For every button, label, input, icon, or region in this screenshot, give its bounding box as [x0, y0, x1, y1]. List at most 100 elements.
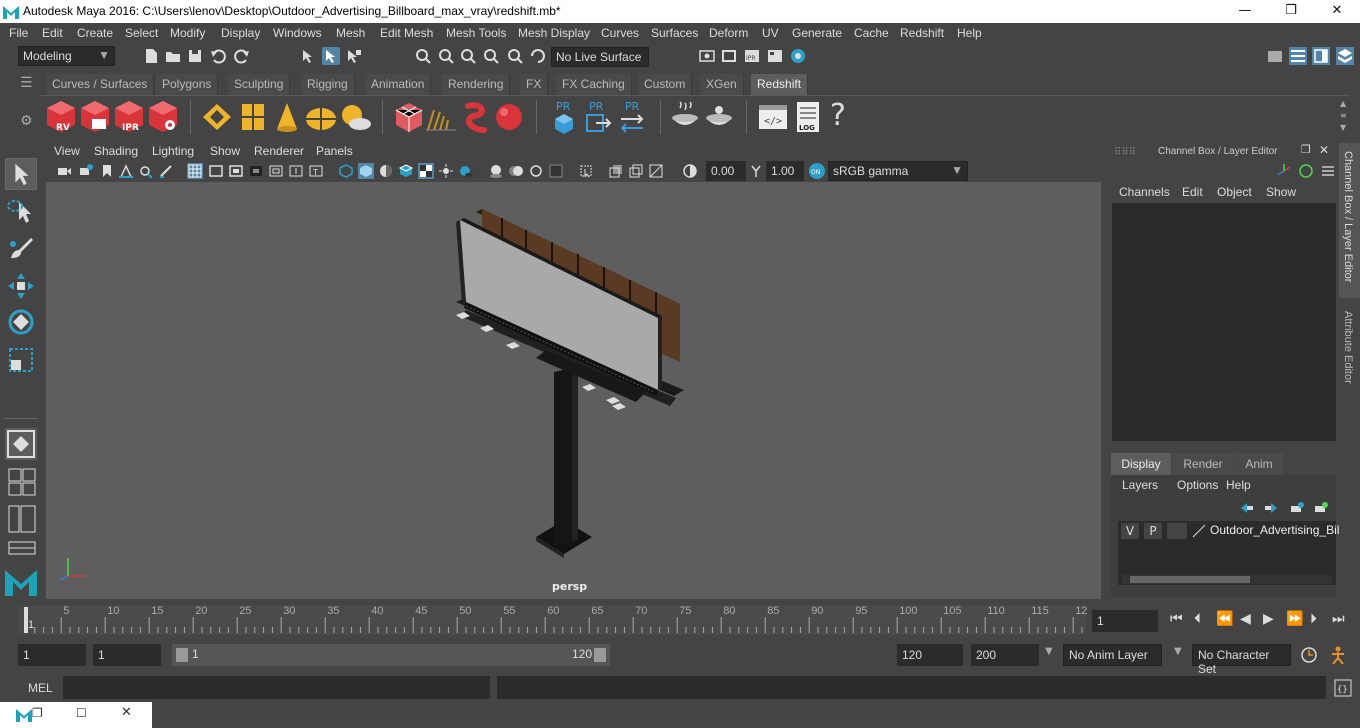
redshift-settings-icon[interactable] [146, 99, 180, 135]
workspace-icon[interactable] [1266, 47, 1284, 65]
side-tab-channel-box[interactable]: Channel Box / Layer Editor [1339, 143, 1360, 298]
auto-key-icon[interactable] [1300, 646, 1318, 664]
menu-windows[interactable]: Windows [273, 26, 322, 40]
shelf-tab-sculpting[interactable]: Sculpting [228, 74, 291, 95]
step-back-frame-icon[interactable]: ⏴ [1194, 611, 1201, 627]
menu-mesh[interactable]: Mesh [336, 26, 365, 40]
menu-mesh-display[interactable]: Mesh Display [518, 26, 590, 40]
ipr-render-icon[interactable]: IPR [743, 47, 761, 65]
select-component-icon[interactable] [345, 47, 363, 65]
scale-tool-icon[interactable] [5, 344, 37, 376]
select-object-icon[interactable] [322, 47, 340, 65]
select-tool-icon[interactable] [5, 158, 37, 190]
redshift-render-view-icon[interactable]: RV [44, 99, 78, 135]
redshift-shader-icon[interactable] [702, 100, 736, 134]
layer-name[interactable]: Outdoor_Advertising_Bil [1210, 523, 1339, 537]
new-layer-selected-icon[interactable] [1313, 501, 1329, 515]
wireframe-on-shaded-icon[interactable] [398, 163, 414, 179]
gamma-field[interactable]: 1.00 [766, 161, 804, 181]
chevron-down-icon[interactable]: ▼ [1045, 646, 1053, 657]
layer-row[interactable]: V P Outdoor_Advertising_Bil [1118, 521, 1339, 541]
move-layer-down-icon[interactable] [1263, 501, 1279, 515]
rotate-tool-icon[interactable] [5, 306, 37, 338]
layer-scrollbar-thumb[interactable] [1130, 576, 1250, 583]
menu-uv[interactable]: UV [762, 26, 779, 40]
shelf-tab-xgen[interactable]: XGen [700, 74, 744, 95]
menu-file[interactable]: File [9, 26, 28, 40]
range-start-handle[interactable] [176, 648, 188, 662]
textured-icon[interactable] [418, 163, 434, 179]
script-editor-icon[interactable]: {} [1334, 679, 1352, 697]
hypershade-icon[interactable] [789, 47, 807, 65]
maya-logo-icon[interactable] [16, 707, 32, 722]
menu-redshift[interactable]: Redshift [900, 26, 944, 40]
minimize-button[interactable]: — [1222, 0, 1268, 23]
redshift-hair-icon[interactable] [424, 100, 458, 134]
redshift-area-light-icon[interactable] [236, 100, 270, 134]
camera-lock-icon[interactable] [78, 163, 94, 179]
side-tab-attribute-editor[interactable]: Attribute Editor [1339, 301, 1360, 401]
snap-surface-icon[interactable] [506, 47, 524, 65]
time-slider[interactable]: 1 5 10 15 20 25 30 35 40 45 50 55 60 65 70 75 80 85 90 95 10… [18, 605, 1087, 635]
redshift-light-icon[interactable] [200, 100, 234, 134]
channel-list-icon[interactable] [1320, 163, 1336, 179]
animation-start-field[interactable]: 1 [18, 644, 86, 666]
isolate-select-icon[interactable] [578, 163, 594, 179]
viewport-menu-panels[interactable]: Panels [316, 144, 353, 158]
play-forwards-icon[interactable]: ▶ [1263, 611, 1274, 627]
anti-aliasing-icon[interactable] [528, 163, 544, 179]
resolution-gate-icon[interactable] [228, 163, 244, 179]
redo-icon[interactable] [233, 47, 251, 65]
xray-joints-icon[interactable] [628, 163, 644, 179]
shelf-tab-fx[interactable]: FX [520, 74, 549, 95]
lasso-tool-icon[interactable] [5, 196, 37, 228]
maximize-icon[interactable]: ☐ [76, 706, 87, 720]
shelf-menu-icon[interactable]: ☰ [20, 75, 34, 91]
use-all-lights-icon[interactable] [438, 163, 454, 179]
channel-box-menu-edit[interactable]: Edit [1182, 185, 1203, 199]
redshift-sphere-icon[interactable] [492, 100, 526, 134]
image-plane-icon[interactable] [118, 163, 134, 179]
panel-grip-icon[interactable]: ⠿⠿⠿ [1114, 147, 1136, 158]
redshift-volume-icon[interactable] [460, 100, 494, 134]
smooth-shade-icon[interactable] [358, 163, 374, 179]
viewport-menu-show[interactable]: Show [210, 144, 240, 158]
render-settings-icon[interactable] [766, 47, 784, 65]
persp-graph-layout-icon[interactable] [8, 541, 36, 555]
layer-menu-layers[interactable]: Layers [1122, 478, 1158, 492]
anim-layer-dropdown[interactable]: No Anim Layer [1063, 644, 1162, 666]
redshift-script-editor-icon[interactable]: </> [756, 100, 790, 134]
new-scene-icon[interactable] [142, 47, 160, 65]
two-d-pan-zoom-icon[interactable] [138, 163, 154, 179]
command-language-label[interactable]: MEL [28, 681, 53, 695]
layer-display-type-toggle[interactable] [1167, 523, 1187, 539]
go-to-start-icon[interactable]: ⏮ [1170, 611, 1183, 627]
shadows-icon[interactable] [458, 163, 474, 179]
paint-select-tool-icon[interactable] [5, 232, 37, 264]
menu-cache[interactable]: Cache [854, 26, 889, 40]
menu-surfaces[interactable]: Surfaces [651, 26, 698, 40]
command-input[interactable] [63, 676, 490, 699]
viewport-menu-renderer[interactable]: Renderer [254, 144, 304, 158]
axis-display-icon[interactable] [1276, 163, 1292, 179]
shelf-tab-rendering[interactable]: Rendering [442, 74, 511, 95]
step-back-key-icon[interactable]: ⏪ [1216, 611, 1233, 627]
billboard-model[interactable] [46, 182, 1101, 599]
wireframe-icon[interactable] [338, 163, 354, 179]
shelf-tab-redshift[interactable]: Redshift [751, 74, 809, 95]
color-space-dropdown[interactable]: sRGB gamma ▼ [828, 161, 968, 181]
snap-grid-icon[interactable] [414, 47, 432, 65]
perspective-viewport[interactable]: persp [46, 182, 1101, 599]
redshift-render-icon[interactable] [78, 99, 112, 135]
persp-outliner-layout-icon[interactable] [8, 505, 36, 533]
channel-box-menu-show[interactable]: Show [1266, 185, 1296, 199]
step-forward-frame-icon[interactable]: ⏵ [1310, 611, 1317, 627]
xray-icon[interactable] [608, 163, 624, 179]
exposure-field[interactable]: 0.00 [706, 161, 746, 181]
shelf-tab-custom[interactable]: Custom [638, 74, 693, 95]
menu-select[interactable]: Select [125, 26, 158, 40]
snap-plane-icon[interactable] [482, 47, 500, 65]
layer-menu-help[interactable]: Help [1226, 478, 1251, 492]
single-perspective-layout-icon[interactable] [5, 428, 37, 460]
depth-of-field-icon[interactable] [548, 163, 564, 179]
